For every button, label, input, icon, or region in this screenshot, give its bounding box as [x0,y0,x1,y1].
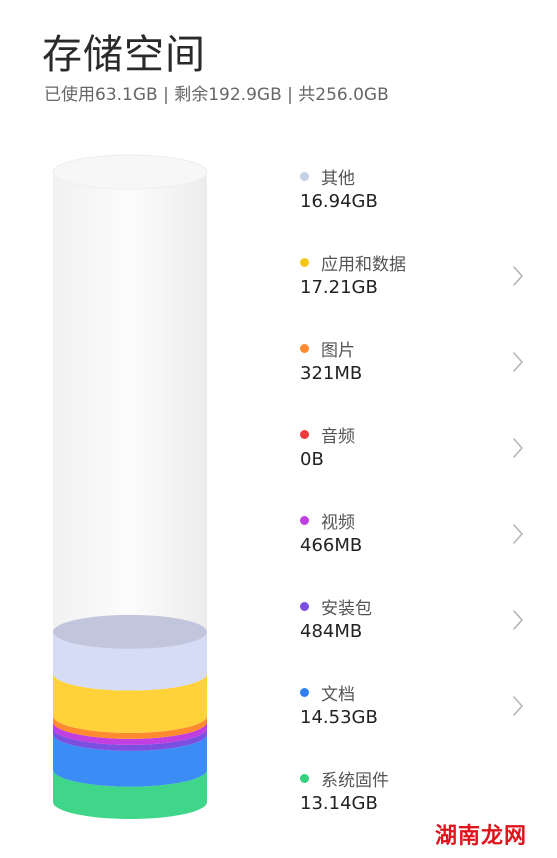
chevron-right-icon[interactable] [511,695,525,717]
chevron-right-icon[interactable] [511,351,525,373]
category-color-dot [300,687,309,697]
category-color-dot [300,601,309,611]
category-item[interactable]: 视频 466MB [300,509,525,569]
category-name: 其他 [321,168,355,189]
category-item[interactable]: 音频 0B [300,423,525,483]
cylinder-fill-top [53,614,207,649]
cylinder-top [52,154,208,190]
category-item[interactable]: 应用和数据 17.21GB [300,251,525,311]
chevron-right-icon[interactable] [511,609,525,631]
category-size: 466MB [300,535,363,556]
category-item: 其他 16.94GB [300,165,525,225]
category-name: 音频 [321,426,355,447]
category-size: 0B [300,449,324,470]
category-item[interactable]: 文档 14.53GB [300,681,525,741]
category-name: 视频 [321,512,355,533]
category-size: 13.14GB [300,793,378,814]
category-name: 应用和数据 [321,254,406,275]
category-color-dot [300,257,309,267]
category-name: 图片 [321,340,355,361]
category-name: 安装包 [321,598,372,619]
category-color-dot [300,773,309,783]
category-item[interactable]: 安装包 484MB [300,595,525,655]
chevron-right-icon[interactable] [511,523,525,545]
storage-cylinder-chart [52,154,208,819]
category-name: 文档 [321,684,355,705]
category-size: 321MB [300,363,363,384]
category-color-dot [300,429,309,439]
category-color-dot [300,343,309,353]
category-size: 17.21GB [300,277,378,298]
category-item[interactable]: 图片 321MB [300,337,525,397]
category-name: 系统固件 [321,770,389,791]
page-title: 存储空间 [42,32,206,78]
chevron-right-icon[interactable] [511,265,525,287]
storage-summary: 已使用63.1GB | 剩余192.9GB | 共256.0GB [44,85,389,105]
category-size: 16.94GB [300,191,378,212]
category-size: 14.53GB [300,707,378,728]
chevron-right-icon[interactable] [511,437,525,459]
watermark-logo: 湖南龙网 [434,824,527,849]
category-size: 484MB [300,621,363,642]
category-color-dot [300,171,309,181]
category-color-dot [300,515,309,525]
